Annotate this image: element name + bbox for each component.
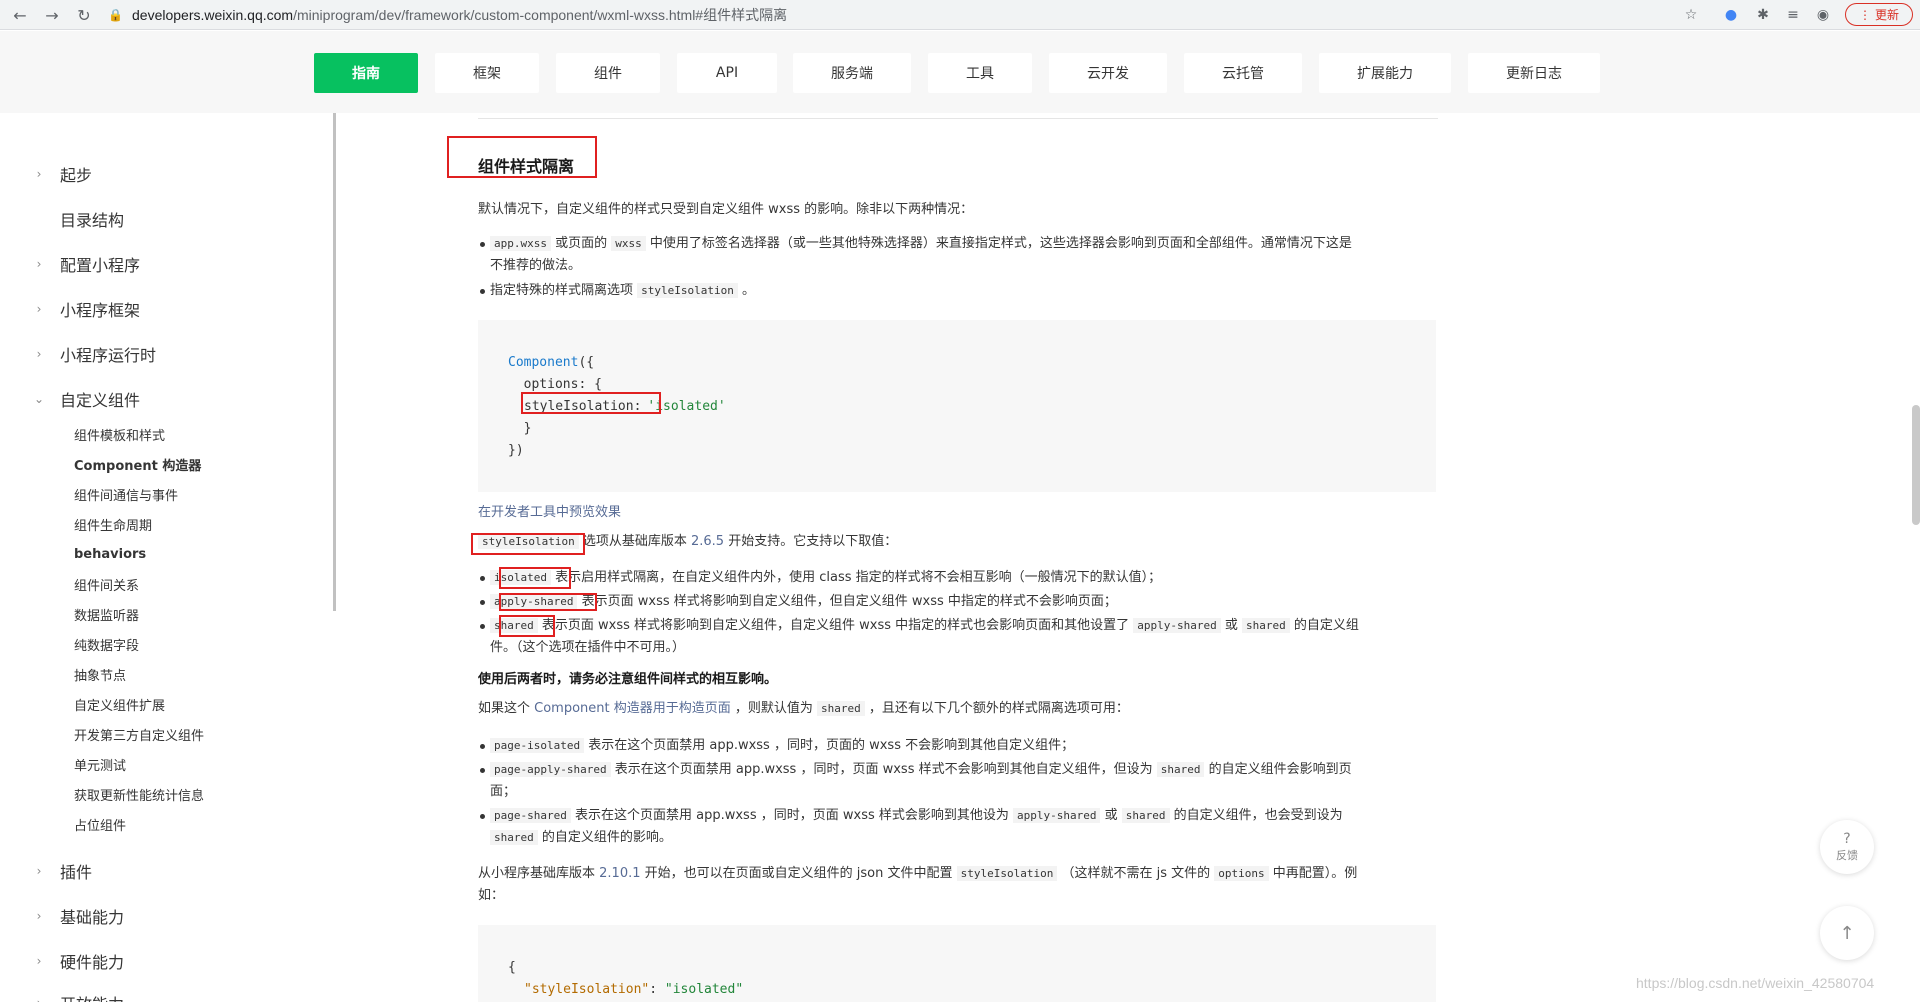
tab-server[interactable]: 服务端: [793, 53, 911, 93]
star-icon[interactable]: ☆: [1680, 4, 1702, 26]
extension-dot-icon[interactable]: ●: [1720, 4, 1742, 26]
tab-api[interactable]: API: [677, 53, 777, 93]
sidebar-item-config[interactable]: 配置小程序: [60, 252, 140, 276]
lock-icon: 🔒: [108, 8, 123, 22]
reload-icon[interactable]: ↻: [72, 3, 96, 27]
url-host: developers.weixin.qq.com: [132, 7, 294, 23]
chevron-right-icon: ›: [36, 954, 42, 968]
chevron-right-icon: ›: [36, 257, 42, 271]
list-item: page-shared 表示在这个页面禁用 app.wxss ，同时，页面 wx…: [480, 805, 1450, 849]
sidebar-sub-item[interactable]: 占位组件: [74, 814, 126, 834]
section-heading: 组件样式隔离: [478, 157, 575, 176]
list-item: isolated 表示启用样式隔离，在自定义组件内外，使用 class 指定的样…: [480, 567, 1161, 589]
sidebar-item-hardware[interactable]: 硬件能力: [60, 949, 124, 973]
sidebar-sub-item[interactable]: behaviors: [74, 544, 146, 564]
arrow-up-icon: ↑: [1839, 922, 1855, 944]
sidebar-sub-item[interactable]: 组件生命周期: [74, 514, 152, 534]
sidebar-scrollbar[interactable]: [333, 113, 336, 611]
chevron-right-icon: ›: [36, 167, 42, 181]
back-arrow-icon[interactable]: ←: [8, 3, 32, 27]
sidebar-item-basic-abilities[interactable]: 基础能力: [60, 904, 124, 928]
profile-icon[interactable]: ◉: [1812, 4, 1834, 26]
reading-list-icon[interactable]: ≡: [1782, 4, 1804, 26]
browser-toolbar: ← → ↻ 🔒 developers.weixin.qq.com/minipro…: [0, 0, 1920, 30]
browser-update-button[interactable]: ⋮ 更新: [1845, 3, 1913, 26]
sidebar-sub-item[interactable]: 组件模板和样式: [74, 424, 165, 444]
sidebar-item-plugins[interactable]: 插件: [60, 859, 92, 883]
sidebar-item-open-abilities[interactable]: 开放能力: [60, 991, 124, 1002]
code-block: { "styleIsolation": "isolated": [478, 925, 1436, 1002]
support-paragraph: styleIsolation 选项从基础库版本 2.6.5 开始支持。它支持以下…: [478, 531, 897, 553]
chevron-right-icon: ›: [36, 909, 42, 923]
chevron-down-icon: ⌄: [33, 392, 45, 406]
section-divider: [478, 113, 1438, 119]
list-item: apply-shared 表示页面 wxss 样式将影响到自定义组件，但自定义组…: [480, 591, 1117, 613]
chevron-right-icon: ›: [36, 347, 42, 361]
main-content: 组件样式隔离 默认情况下，自定义组件的样式只受到自定义组件 wxss 的影响。除…: [340, 113, 1920, 1002]
puzzle-icon[interactable]: ✱: [1752, 4, 1774, 26]
warning-text: 使用后两者时，请务必注意组件间样式的相互影响。: [478, 672, 778, 687]
tab-changelog[interactable]: 更新日志: [1468, 53, 1600, 93]
feedback-button[interactable]: ? 反馈: [1820, 820, 1874, 874]
page-scrollbar[interactable]: [1912, 405, 1920, 525]
list-item: app.wxss 或页面的 wxss 中使用了标签名选择器（或一些其他特殊选择器…: [480, 233, 1450, 277]
tab-extensions[interactable]: 扩展能力: [1319, 53, 1451, 93]
sidebar-item-directory-structure[interactable]: 目录结构: [60, 207, 124, 231]
sidebar-sub-item[interactable]: 自定义组件扩展: [74, 694, 165, 714]
sidebar-item-custom-component[interactable]: 自定义组件: [60, 387, 140, 411]
sidebar-item-runtime[interactable]: 小程序运行时: [60, 342, 156, 366]
sidebar-sub-item[interactable]: 单元测试: [74, 754, 126, 774]
sidebar-sub-item[interactable]: 开发第三方自定义组件: [74, 724, 204, 744]
json-paragraph: 从小程序基础库版本 2.10.1 开始，也可以在页面或自定义组件的 json 文…: [478, 866, 1358, 903]
tab-components[interactable]: 组件: [556, 53, 660, 93]
page-paragraph: 如果这个 Component 构造器用于构造页面 ，则默认值为 shared ，…: [478, 701, 1129, 716]
list-item: 指定特殊的样式隔离选项 styleIsolation 。: [480, 280, 755, 302]
sidebar-sub-item[interactable]: 组件间通信与事件: [74, 484, 178, 504]
sidebar-sub-item[interactable]: 抽象节点: [74, 664, 126, 684]
sidebar-sub-item[interactable]: 数据监听器: [74, 604, 139, 624]
chevron-right-icon: ›: [36, 864, 42, 878]
list-item: page-isolated 表示在这个页面禁用 app.wxss ，同时，页面的…: [480, 735, 1074, 757]
sidebar-sub-item[interactable]: 纯数据字段: [74, 634, 139, 654]
tab-guide[interactable]: 指南: [314, 53, 418, 93]
question-icon: ?: [1843, 831, 1851, 847]
preview-link[interactable]: 在开发者工具中预览效果: [478, 502, 621, 524]
doc-nav-tabs: 指南 框架 组件 API 服务端 工具 云开发 云托管 扩展能力 更新日志: [0, 31, 1920, 113]
forward-arrow-icon[interactable]: →: [40, 3, 64, 27]
intro-paragraph: 默认情况下，自定义组件的样式只受到自定义组件 wxss 的影响。除非以下两种情况…: [478, 202, 974, 217]
sidebar-sub-item[interactable]: 获取更新性能统计信息: [74, 784, 204, 804]
sidebar-sub-item[interactable]: 组件间关系: [74, 574, 139, 594]
list-item: shared 表示页面 wxss 样式将影响到自定义组件，自定义组件 wxss …: [480, 615, 1450, 659]
sidebar-sub-item[interactable]: Component 构造器: [74, 454, 201, 474]
tab-cloud-hosting[interactable]: 云托管: [1184, 53, 1302, 93]
tab-cloud-dev[interactable]: 云开发: [1049, 53, 1167, 93]
sidebar: › 起步 目录结构 › 配置小程序 › 小程序框架 › 小程序运行时 ⌄ 自定义…: [0, 113, 336, 1002]
sidebar-item-framework[interactable]: 小程序框架: [60, 297, 140, 321]
chevron-right-icon: ›: [32, 991, 46, 1002]
tab-framework[interactable]: 框架: [435, 53, 539, 93]
menu-dots-icon: ⋮: [1858, 7, 1871, 22]
tab-tools[interactable]: 工具: [928, 53, 1032, 93]
back-to-top-button[interactable]: ↑: [1820, 906, 1874, 960]
address-bar[interactable]: 🔒 developers.weixin.qq.com/miniprogram/d…: [108, 3, 1708, 27]
url-path: /miniprogram/dev/framework/custom-compon…: [293, 7, 788, 23]
code-block: Component({ options: { styleIsolation:'i…: [478, 320, 1436, 492]
sidebar-item-getting-started[interactable]: 起步: [60, 162, 92, 186]
chevron-right-icon: ›: [36, 302, 42, 316]
watermark: https://blog.csdn.net/weixin_42580704: [1636, 975, 1875, 991]
list-item: page-apply-shared 表示在这个页面禁用 app.wxss ，同时…: [480, 759, 1450, 803]
